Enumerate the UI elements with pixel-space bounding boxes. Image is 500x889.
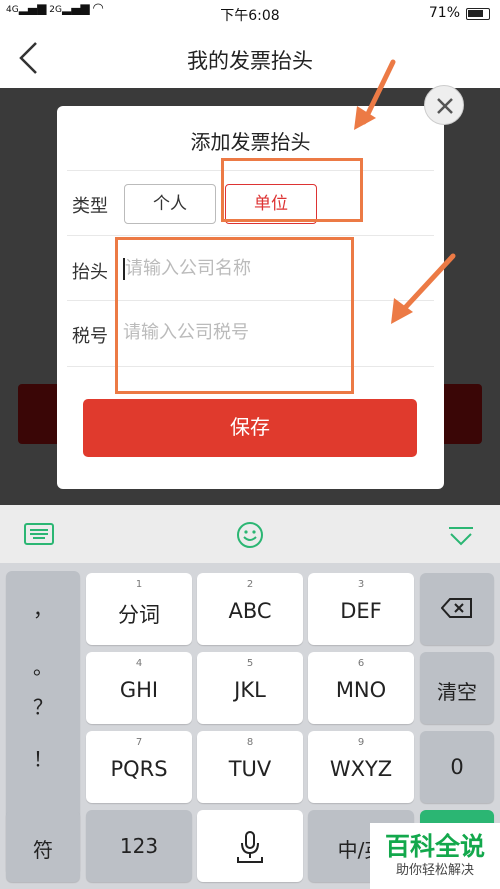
key-3[interactable]: 3 DEF — [308, 573, 414, 645]
key-number: 6 — [357, 658, 365, 669]
comma-key[interactable]: ， — [6, 593, 80, 622]
key-7[interactable]: 7 PQRS — [86, 731, 192, 803]
close-icon — [437, 98, 453, 114]
tax-label: 税号 — [72, 326, 108, 347]
space-voice-key[interactable] — [197, 810, 303, 882]
nav-bar: 我的发票抬头 — [0, 28, 500, 88]
zero-key[interactable]: 0 — [420, 731, 494, 803]
key-label: TUV — [228, 757, 272, 781]
status-bar: 4G▂▄▆ 2G▂▄▆ ◠ 下午6:08 71% — [0, 0, 500, 28]
symbol-label: 符 — [33, 838, 53, 862]
key-label: DEF — [340, 599, 382, 623]
key-label: WXYZ — [329, 757, 393, 781]
clear-key[interactable]: 清空 — [420, 652, 494, 724]
backspace-key[interactable] — [420, 573, 494, 645]
status-time: 下午6:08 — [220, 8, 280, 24]
key-number: 1 — [135, 579, 143, 590]
key-number: 2 — [246, 579, 254, 590]
symbol-key[interactable]: 符 — [6, 810, 80, 882]
keyboard-toolbar — [0, 505, 500, 563]
key-9[interactable]: 9 WXYZ — [308, 731, 414, 803]
key-number: 3 — [357, 579, 365, 590]
annotation-box-type — [221, 158, 363, 222]
key-1[interactable]: 1 分词 — [86, 573, 192, 645]
page-title: 我的发票抬头 — [187, 49, 313, 73]
battery-percent: 71% — [428, 5, 460, 21]
key-number: 8 — [246, 737, 254, 748]
clear-label: 清空 — [437, 680, 477, 704]
microphone-icon — [237, 831, 263, 863]
exclamation-key[interactable]: ！ — [6, 743, 80, 772]
annotation-arrow-top — [354, 59, 396, 130]
header-label: 抬头 — [72, 262, 108, 283]
key-label: 分词 — [118, 603, 160, 627]
period-key[interactable]: 。 — [6, 651, 80, 680]
keyboard-icon[interactable] — [24, 523, 54, 545]
key-number: 5 — [246, 658, 254, 669]
annotation-box-inputs — [115, 237, 354, 394]
divider — [67, 235, 434, 236]
key-label: JKL — [234, 678, 266, 702]
backspace-icon — [441, 598, 472, 618]
watermark: 百科全说 助你轻松解决 — [370, 823, 500, 889]
numeric-label: 123 — [119, 834, 159, 858]
type-label: 类型 — [72, 196, 108, 217]
watermark-title: 百科全说 — [384, 832, 485, 861]
key-label: GHI — [119, 678, 159, 702]
annotation-arrow-right — [391, 253, 456, 324]
battery-icon — [466, 8, 490, 20]
key-4[interactable]: 4 GHI — [86, 652, 192, 724]
save-button[interactable]: 保存 — [83, 399, 417, 457]
key-label: ABC — [228, 599, 272, 623]
question-key[interactable]: ？ — [6, 691, 80, 720]
key-2[interactable]: 2 ABC — [197, 573, 303, 645]
key-number: 7 — [135, 737, 143, 748]
emoji-icon[interactable] — [235, 520, 265, 550]
key-label: PQRS — [110, 757, 168, 781]
type-personal-button[interactable]: 个人 — [124, 184, 216, 224]
key-number: 9 — [357, 737, 365, 748]
close-dialog-button[interactable] — [424, 85, 464, 125]
key-label: MNO — [335, 678, 387, 702]
key-8[interactable]: 8 TUV — [197, 731, 303, 803]
key-5[interactable]: 5 JKL — [197, 652, 303, 724]
watermark-subtitle: 助你轻松解决 — [395, 863, 474, 878]
key-number: 4 — [135, 658, 143, 669]
numeric-key[interactable]: 123 — [86, 810, 192, 882]
zero-label: 0 — [450, 755, 464, 779]
collapse-keyboard-icon[interactable] — [447, 525, 475, 547]
key-6[interactable]: 6 MNO — [308, 652, 414, 724]
